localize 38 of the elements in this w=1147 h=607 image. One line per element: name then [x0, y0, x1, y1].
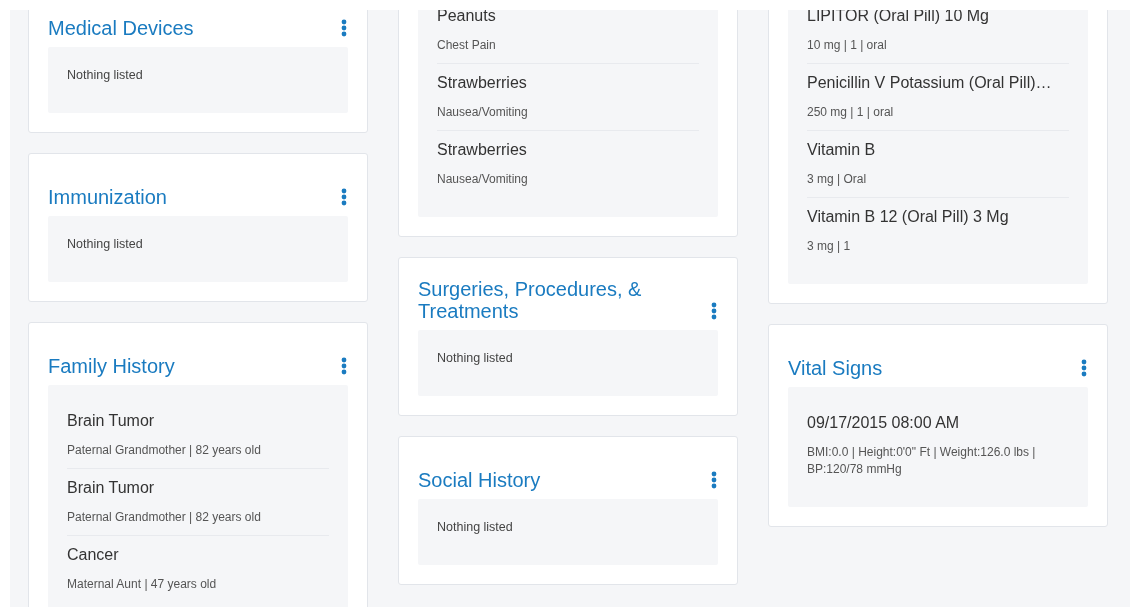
card-title: Surgeries, Procedures, & Treatments: [418, 278, 643, 322]
more-options-icon[interactable]: [711, 302, 717, 320]
item-title: Strawberries: [437, 73, 528, 93]
item-title: Cancer: [67, 545, 120, 565]
card-title: Immunization: [48, 186, 167, 208]
item-detail: BMI:0.0 | Height:0'0" Ft | Weight:126.0 lbs | BP:120/78 mmHg: [807, 444, 1037, 478]
item-detail: Maternal Aunt | 47 years old: [67, 576, 218, 593]
more-options-icon[interactable]: [341, 357, 347, 375]
item-title: Peanuts: [437, 10, 497, 26]
more-options-icon[interactable]: [341, 188, 347, 206]
item-detail: 3 mg | 1: [807, 238, 852, 255]
card-title: Medical Devices: [48, 17, 194, 39]
item-title: 09/17/2015 08:00 AM: [807, 413, 961, 433]
empty-message: Nothing listed: [67, 67, 144, 84]
item-detail: Chest Pain: [437, 37, 497, 54]
more-options-icon[interactable]: [1081, 359, 1087, 377]
item-detail: 10 mg | 1 | oral: [807, 37, 888, 54]
item-detail: Paternal Grandmother | 82 years old: [67, 442, 262, 459]
card-title: Vital Signs: [788, 357, 883, 379]
item-detail: Nausea/Vomiting: [437, 104, 529, 121]
item-detail: 3 mg | Oral: [807, 171, 868, 188]
item-detail: Paternal Grandmother | 82 years old: [67, 509, 262, 526]
item-detail: 250 mg | 1 | oral: [807, 104, 895, 121]
card-title: Family History: [48, 355, 175, 377]
more-options-icon[interactable]: [711, 471, 717, 489]
item-title: Brain Tumor: [67, 411, 156, 431]
item-title: LIPITOR (Oral Pill) 10 Mg: [807, 10, 990, 26]
item-title: Brain Tumor: [67, 478, 156, 498]
more-options-icon[interactable]: [341, 19, 347, 37]
item-detail: Nausea/Vomiting: [437, 171, 529, 188]
card-title: Social History: [418, 469, 541, 491]
item-title: Penicillin V Potassium (Oral Pill)…: [807, 73, 1053, 93]
empty-message: Nothing listed: [437, 519, 514, 536]
empty-message: Nothing listed: [67, 236, 144, 253]
item-title: Vitamin B 12 (Oral Pill) 3 Mg: [807, 207, 1010, 227]
empty-message: Nothing listed: [437, 350, 514, 367]
item-title: Vitamin B: [807, 140, 877, 160]
item-title: Strawberries: [437, 140, 528, 160]
